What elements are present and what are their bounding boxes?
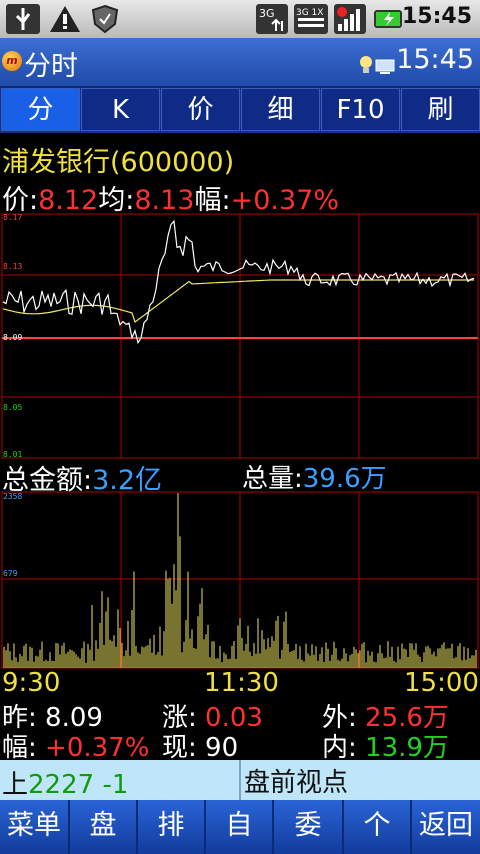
tab-f10[interactable]: F10 bbox=[321, 88, 400, 131]
index-ticker[interactable]: 上2227 -1 盘前视点 bbox=[0, 760, 480, 800]
stat-change: 幅: +0.37% bbox=[2, 727, 149, 764]
signal-icon bbox=[334, 4, 366, 34]
time-mid: 11:30 bbox=[204, 668, 279, 698]
change-label: 幅: bbox=[2, 733, 37, 763]
volume-chart[interactable]: 2358 679 bbox=[0, 490, 480, 670]
status-time: 15:45 bbox=[401, 4, 472, 29]
ticker-divider bbox=[239, 760, 241, 800]
news-headline[interactable]: 盘前视点 bbox=[244, 762, 348, 799]
index-change: -1 bbox=[102, 770, 129, 800]
shield-icon bbox=[91, 4, 119, 34]
svg-text:3G 1X: 3G 1X bbox=[296, 8, 323, 18]
price-y-tick: 8.05 bbox=[3, 403, 22, 412]
stock-name: 浦发银行(600000) bbox=[2, 147, 235, 178]
price-chart-grid bbox=[1, 213, 479, 459]
tab-bar: 分 K 价 细 F10 刷 bbox=[0, 88, 480, 133]
trade-button[interactable]: 委 bbox=[274, 800, 344, 854]
price-y-tick: 8.13 bbox=[3, 262, 22, 271]
battery-charging-icon bbox=[374, 10, 402, 28]
index-prefix: 上 bbox=[2, 770, 29, 800]
tab-detail[interactable]: 细 bbox=[241, 88, 320, 131]
price-y-tick: 8.09 bbox=[3, 333, 22, 342]
watchlist-button[interactable]: 自 bbox=[206, 800, 274, 854]
inner-value: 13.9万 bbox=[365, 733, 449, 763]
index-value: 2227 bbox=[28, 770, 95, 800]
volume-chart-ticks: 2358 679 bbox=[3, 492, 22, 578]
now-value: 90 bbox=[205, 733, 239, 763]
volume-y-tick: 679 bbox=[3, 569, 18, 578]
stat-now: 现: 90 bbox=[162, 727, 238, 764]
title-time: 15:45 bbox=[396, 44, 474, 75]
stat-inner: 内: 13.9万 bbox=[322, 727, 449, 764]
change-value: +0.37% bbox=[45, 733, 150, 763]
back-button[interactable]: 返回 bbox=[412, 800, 480, 854]
price-y-tick: 8.17 bbox=[3, 213, 22, 222]
app-logo: m bbox=[2, 51, 22, 71]
price-chart-ticks: 8.178.138.098.058.01 bbox=[3, 213, 22, 459]
bottom-menu: 菜单 盘 排 自 委 个 返回 bbox=[0, 800, 480, 854]
warning-icon bbox=[50, 6, 80, 32]
usb-icon bbox=[6, 4, 40, 34]
stock-button[interactable]: 个 bbox=[344, 800, 412, 854]
status-bar: 3G 3G 1X 15:45 bbox=[0, 0, 480, 38]
menu-button[interactable]: 菜单 bbox=[0, 800, 70, 854]
bulb-connection-icon bbox=[360, 56, 395, 74]
time-start: 9:30 bbox=[2, 668, 61, 698]
price-chart[interactable]: 8.178.138.098.058.01 bbox=[0, 212, 480, 460]
svg-text:3G: 3G bbox=[259, 7, 275, 20]
3g-1x-icon: 3G 1X bbox=[294, 4, 328, 34]
tab-timeshare[interactable]: 分 bbox=[1, 88, 80, 131]
volume-y-tick: 2358 bbox=[3, 492, 22, 501]
ranking-button[interactable]: 排 bbox=[138, 800, 206, 854]
market-button[interactable]: 盘 bbox=[70, 800, 138, 854]
inner-label: 内: bbox=[322, 733, 357, 763]
page-title: 分时 bbox=[24, 51, 78, 82]
tab-refresh[interactable]: 刷 bbox=[401, 88, 480, 131]
tab-price[interactable]: 价 bbox=[161, 88, 240, 131]
index-quote: 上2227 -1 bbox=[2, 764, 128, 801]
time-end: 15:00 bbox=[404, 668, 479, 698]
3g-data-icon: 3G bbox=[256, 4, 288, 34]
title-bar: m 分时 15:45 bbox=[0, 38, 480, 88]
tab-kline[interactable]: K bbox=[81, 88, 160, 131]
now-label: 现: bbox=[162, 733, 197, 763]
